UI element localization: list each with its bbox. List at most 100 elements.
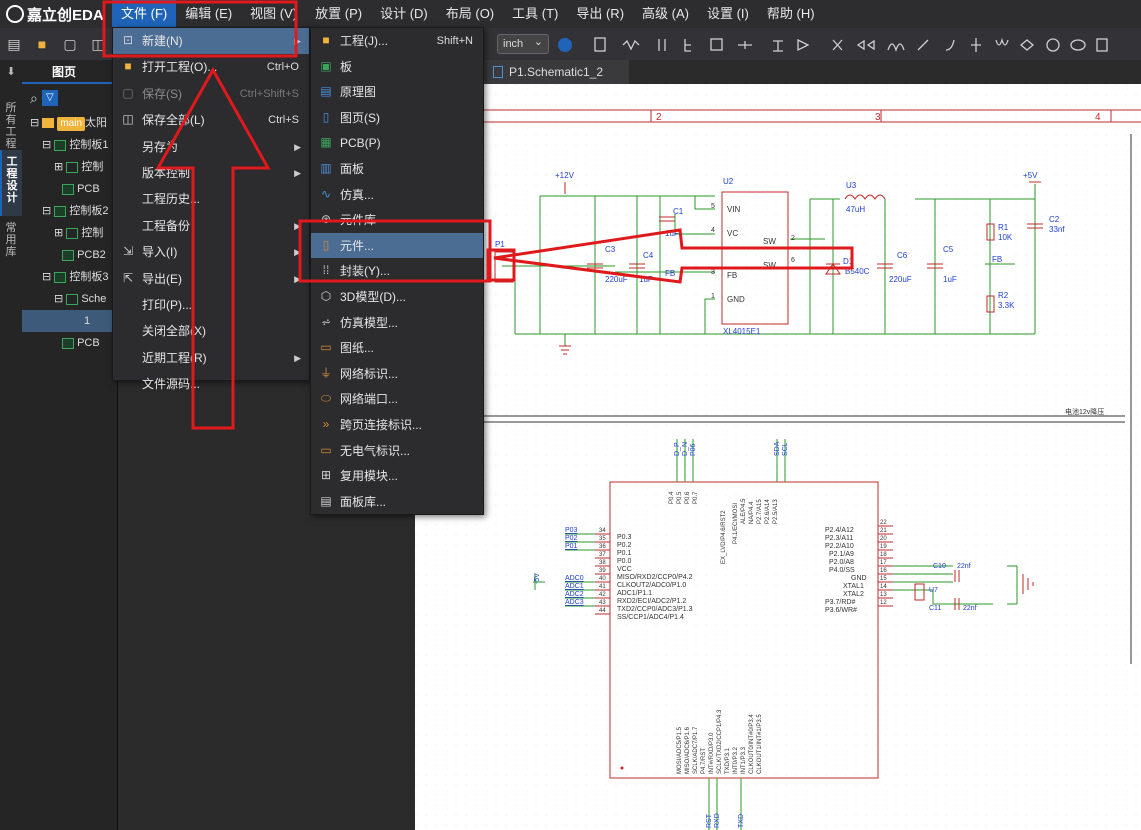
menu-item-save[interactable]: ▢ 保存(S) Ctrl+Shift+S	[113, 81, 309, 107]
tree-pcb3[interactable]: PCB	[22, 332, 117, 354]
chevron-right-icon: ▶	[294, 352, 301, 363]
submenu-item-panel-lib[interactable]: ▤ 面板库...	[311, 489, 483, 515]
submenu-item-3d-model[interactable]: ⬡ 3D模型(D)...	[311, 284, 483, 310]
menu-item-import[interactable]: ⇲ 导入(I) ▶	[113, 239, 309, 265]
sim-model-icon: ⩫	[320, 314, 332, 329]
submenu-item-sim-model[interactable]: ⩫ 仿真模型...	[311, 310, 483, 336]
app-window: 嘉立创EDA 文件 (F) 编辑 (E) 视图 (V) 放置 (P) 设计 (D…	[0, 0, 1141, 830]
mcu-pin: P2.1/A9	[829, 551, 854, 558]
vtab-project-design[interactable]: 工程设计	[0, 150, 22, 216]
c4-value: 1uF	[639, 275, 653, 284]
submenu-item-reuse-block[interactable]: ⊞ 复用模块...	[311, 463, 483, 489]
u2-pin-num: 1	[711, 293, 715, 300]
mcu-pin: P0.2	[617, 542, 632, 549]
tree-sch2[interactable]: ⊞ 控制	[22, 222, 117, 244]
menu-item-version-control[interactable]: 版本控制 ▶	[113, 160, 309, 186]
menu-item-project-backup[interactable]: 工程备份 ▶	[113, 213, 309, 239]
panel-tab-pages[interactable]: 图页	[22, 60, 117, 84]
vtab-all-projects[interactable]: 所有工程	[0, 96, 22, 150]
tree-root[interactable]: ⊟ main 太阳	[22, 112, 117, 134]
menu-export[interactable]: 导出 (R)	[567, 0, 633, 28]
menu-tools[interactable]: 工具 (T)	[503, 0, 567, 28]
menu-item-label: 导出(E)	[142, 271, 182, 286]
tree-label: 太阳	[85, 117, 108, 129]
menu-item-project-history[interactable]: 工程历史...	[113, 186, 309, 212]
schematic-icon	[66, 161, 79, 173]
menu-file[interactable]: 文件 (F)	[112, 0, 177, 28]
menu-settings[interactable]: 设置 (I)	[698, 0, 758, 28]
menu-item-label: 打开工程(O)...	[142, 60, 218, 75]
rect-icon	[1096, 38, 1108, 52]
submenu-item-net-label[interactable]: ⏚ 网络标识...	[311, 361, 483, 387]
r2-ref: R2	[998, 291, 1009, 300]
schematic-canvas[interactable]: 2 3 4 电池12v降压 +12V +5V P1 U2 XL4015E1 VI…	[415, 84, 1141, 830]
menu-place[interactable]: 放置 (P)	[306, 0, 371, 28]
mcu-pin: CLKOUT0/INT#0/P3.4	[749, 714, 755, 774]
tree-pcb1[interactable]: PCB	[22, 178, 117, 200]
net-label: P03	[565, 527, 578, 534]
u2-pin: VC	[727, 229, 738, 238]
submenu-item-panel[interactable]: ▥ 面板	[311, 156, 483, 182]
tab-label: P1.Schematic1_2	[509, 65, 604, 79]
tree-label: Sche	[81, 293, 107, 305]
submenu-item-net-port[interactable]: ⬭ 网络端口...	[311, 386, 483, 412]
new-icon[interactable]: ▤	[6, 36, 22, 52]
tree-sch1[interactable]: ⊞ 控制	[22, 156, 117, 178]
power-icon	[773, 40, 783, 52]
tab-schematic[interactable]: P1.Schematic1_2	[483, 60, 629, 84]
tree-page1[interactable]: 1	[22, 310, 117, 332]
vtab-common-lib[interactable]: 常用库	[0, 216, 22, 270]
submenu-item-footprint[interactable]: ⁞⁞ 封装(Y)...	[311, 258, 483, 284]
menu-item-save-as[interactable]: 另存为 ▶	[113, 134, 309, 160]
open-folder-icon[interactable]: ■	[34, 36, 50, 52]
menu-item-save-all[interactable]: ◫ 保存全部(L) Ctrl+S	[113, 107, 309, 133]
menu-edit[interactable]: 编辑 (E)	[176, 0, 241, 28]
tree-sch3[interactable]: ⊟ Sche	[22, 288, 117, 310]
submenu-item-board[interactable]: ▣ 板	[311, 54, 483, 80]
menu-design[interactable]: 设计 (D)	[371, 0, 437, 28]
mcu-pin: P0.6	[685, 491, 691, 504]
save-icon[interactable]: ▢	[62, 36, 78, 52]
submenu-item-non-electrical[interactable]: ▭ 无电气标识...	[311, 438, 483, 464]
submenu-item-simulation[interactable]: ∿ 仿真...	[311, 182, 483, 208]
search-icon[interactable]: ⌕	[30, 90, 38, 107]
menu-help[interactable]: 帮助 (H)	[758, 0, 824, 28]
submenu-item-offpage[interactable]: » 跨页连接标识...	[311, 412, 483, 438]
vtab-pin[interactable]: ⬇	[0, 60, 22, 96]
menu-item-new[interactable]: ⊡ 新建(N) ▶	[113, 28, 309, 55]
menu-item-export[interactable]: ⇱ 导出(E) ▶	[113, 266, 309, 292]
tree-board3[interactable]: ⊟ 控制板3	[22, 266, 117, 288]
mcu-pin: P4.0/SS	[829, 567, 855, 574]
submenu-item-drawing[interactable]: ▭ 图纸...	[311, 335, 483, 361]
menu-item-open-project[interactable]: ■ 打开工程(O)... Ctrl+O	[113, 54, 309, 80]
pin-num: 38	[599, 560, 606, 566]
mcu-pin: XTAL1	[843, 583, 864, 590]
menu-item-label: 元件...	[340, 238, 375, 253]
unit-select[interactable]: inch	[497, 33, 549, 54]
no-connect-icon	[832, 39, 843, 51]
expand-icon: ⊟	[42, 205, 55, 217]
menu-item-recent-projects[interactable]: 近期工程(R) ▶	[113, 345, 309, 371]
d1-value: B540C	[845, 267, 870, 276]
menu-item-print[interactable]: 打印(P)...	[113, 292, 309, 318]
submenu-item-component-lib[interactable]: ⊛ 元件库	[311, 207, 483, 233]
tree-pcb2[interactable]: PCB2	[22, 244, 117, 266]
curve-icon	[945, 39, 955, 51]
menu-view[interactable]: 视图 (V)	[241, 0, 306, 28]
menu-advanced[interactable]: 高级 (A)	[633, 0, 698, 28]
menu-item-file-source[interactable]: 文件源码...	[113, 371, 309, 397]
menubar: 嘉立创EDA 文件 (F) 编辑 (E) 视图 (V) 放置 (P) 设计 (D…	[0, 0, 1141, 28]
filter-icon[interactable]: ▽	[41, 90, 58, 106]
save-all-icon[interactable]: ◫	[90, 36, 106, 52]
menu-item-close-all[interactable]: 关闭全部(X)	[113, 318, 309, 344]
submenu-item-pcb[interactable]: ▦ PCB(P)	[311, 130, 483, 156]
file-menu: ⊡ 新建(N) ▶ ■ 打开工程(O)... Ctrl+O ▢ 保存(S) Ctrl+Shi…	[112, 27, 310, 391]
tree-board1[interactable]: ⊟ 控制板1	[22, 134, 117, 156]
submenu-item-project[interactable]: ■ 工程(J)... Shift+N	[311, 28, 483, 54]
cross-icon	[971, 38, 981, 52]
submenu-item-page[interactable]: ▯ 图页(S)	[311, 105, 483, 131]
tree-board2[interactable]: ⊟ 控制板2	[22, 200, 117, 222]
submenu-item-schematic[interactable]: ▤ 原理图	[311, 79, 483, 105]
submenu-item-component[interactable]: ▯ 元件...	[311, 232, 483, 259]
menu-layout[interactable]: 布局 (O)	[437, 0, 503, 28]
